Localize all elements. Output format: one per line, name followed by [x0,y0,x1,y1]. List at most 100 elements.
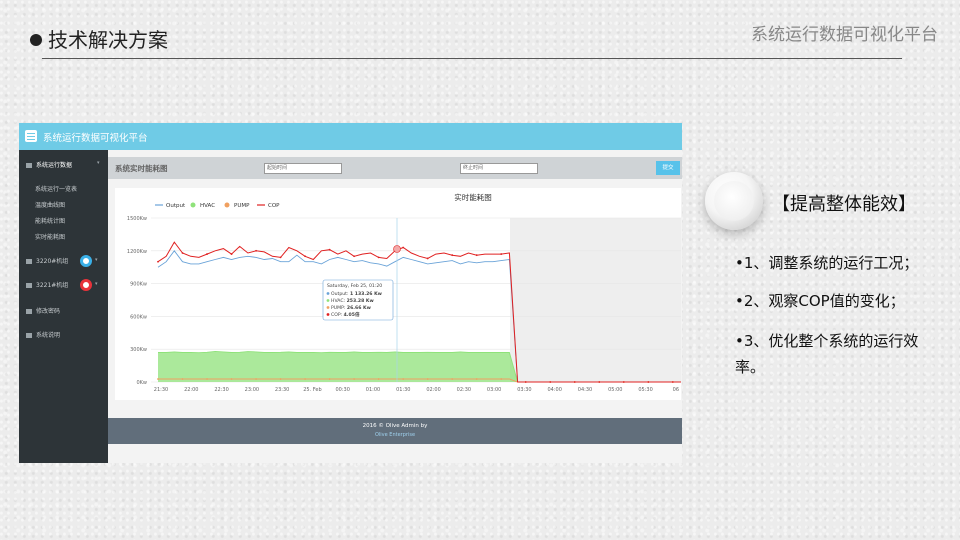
legend-label[interactable]: COP [268,203,280,209]
series-point [353,378,356,380]
tooltip-dot [326,313,330,316]
chevron-down-icon: ▾ [95,281,98,287]
series-point [279,256,282,259]
series-point [451,378,454,380]
filter-bar: 系统实时能耗图 起始时间 终止时间 提交 [108,157,682,179]
status-ring-icon [80,279,92,291]
user-icon [26,309,32,314]
slide-title-text: 技术解决方案 [48,28,168,52]
tooltip-dot [326,306,330,309]
footer-line2[interactable]: Olive Enterprise [108,432,682,438]
y-tick-label: 1500Kw [127,216,147,222]
chart-title: 实时能耗图 [454,192,492,202]
sphere-inner [714,181,754,221]
tooltip-row: COP: 4.05倍 [331,311,360,318]
series-point [304,378,306,380]
x-tick-label: 21:30 [154,387,168,393]
series-point [304,255,306,258]
series-point [524,381,527,383]
x-tick-label: 22:30 [214,387,228,393]
book-icon [26,333,32,338]
x-tick-label: 01:00 [366,387,380,393]
sidebar-subitem[interactable]: 实时能耗图 [19,232,108,241]
tooltip-row: PUMP: 26.66 Kw [331,305,372,311]
series-point [279,378,282,380]
series-point [549,381,552,383]
x-tick-label: 05:30 [638,387,652,393]
series-point [230,378,233,380]
energy-chart: 21:30 22:00 22:30 23:00 23:30 25. Feb 00:30 01:… [127,192,681,393]
series-point [647,381,650,383]
sidebar-subitem[interactable]: 能耗统计图 [19,216,108,225]
x-tick-label: 03:00 [487,387,501,393]
series-point [598,381,601,383]
series-point [402,246,405,249]
series-point [671,381,674,383]
app-footer: 2016 © Olive Admin by Olive Enterprise [108,418,682,444]
series-point [157,260,159,263]
dashboard-icon [26,163,32,168]
chevron-down-icon: ▾ [97,160,100,166]
chevron-down-icon: ▾ [95,257,98,263]
series-point [402,378,405,380]
series-point [451,254,454,257]
series-point [255,378,257,380]
start-time-input[interactable]: 起始时间 [264,163,342,174]
y-tick-label: 0Kw [136,380,147,386]
legend-label[interactable]: HVAC [200,203,215,209]
sidebar-item-system-data[interactable]: 系统运行数据 ▾ [19,160,108,169]
series-point [328,378,331,380]
unit-label: 3220#机组 [36,258,69,265]
y-tick-label: 300Kw [130,347,147,353]
series-point [181,252,184,254]
slide-title: 技术解决方案 [30,24,168,53]
chart-shaded-region [510,218,681,382]
series-point [475,378,478,380]
monitor-icon [26,283,32,288]
series-point [353,255,356,258]
series-point [475,254,478,257]
main-content: 系统实时能耗图 起始时间 终止时间 提交 21:30 22:00 22:30 23:0… [108,150,682,463]
chart-container: 21:30 22:00 22:30 23:00 23:30 25. Feb 00:30 01:… [115,188,681,400]
sidebar-item-password[interactable]: 修改密码 [19,306,108,315]
series-point [426,257,429,260]
y-tick-label: 1200Kw [127,249,147,255]
x-tick-label: 00:30 [336,387,350,393]
sidebar-item-manual[interactable]: 系统说明 [19,330,108,339]
submit-button[interactable]: 提交 [656,161,680,175]
chart-tooltip: Saturday, Feb 25, 01:20 Output: 1 133.26 … [322,279,394,321]
series-point [230,253,233,255]
x-tick-label: 23:00 [245,387,259,393]
sidebar-subitem[interactable]: 温度曲线图 [19,200,108,209]
end-time-input[interactable]: 终止时间 [460,163,538,174]
hamburger-menu-icon[interactable] [25,130,37,142]
bullet-item: •1、调整系统的运行工况； [735,254,919,272]
series-point [426,378,429,380]
legend-swatch [224,202,230,208]
legend-label[interactable]: Output [166,203,186,209]
password-label: 修改密码 [36,308,61,315]
x-tick-label: 22:00 [184,387,198,393]
x-tick-label: 03:30 [517,387,531,393]
bullet-dot-icon [30,33,42,46]
series-point [622,381,625,383]
tooltip-row: HVAC: 253.28 Kw [331,298,374,304]
bullet-item: •2、观察COP值的变化； [735,292,905,310]
series-point [573,381,576,383]
title-divider [42,58,902,59]
series-point [157,378,159,380]
x-tick-label: 02:30 [457,387,471,393]
sphere-decoration-icon [705,172,763,230]
series-point [181,378,184,380]
app-screenshot: 系统运行数据可视化平台 系统运行数据 ▾ 系统运行一览表 温度曲线图 能耗统计图… [19,123,682,463]
x-tick-label: 23:30 [275,387,289,393]
series-point [377,256,380,259]
unit-label: 3221#机组 [36,282,69,289]
x-tick-label: 06 [673,387,679,393]
series-point [255,249,257,252]
legend-label[interactable]: PUMP [234,203,250,209]
cop-highlight-marker [393,245,401,253]
sidebar-subitem[interactable]: 系统运行一览表 [19,184,108,193]
sidebar-section-label: 系统运行数据 [36,162,73,169]
tooltip-dot [326,292,330,295]
